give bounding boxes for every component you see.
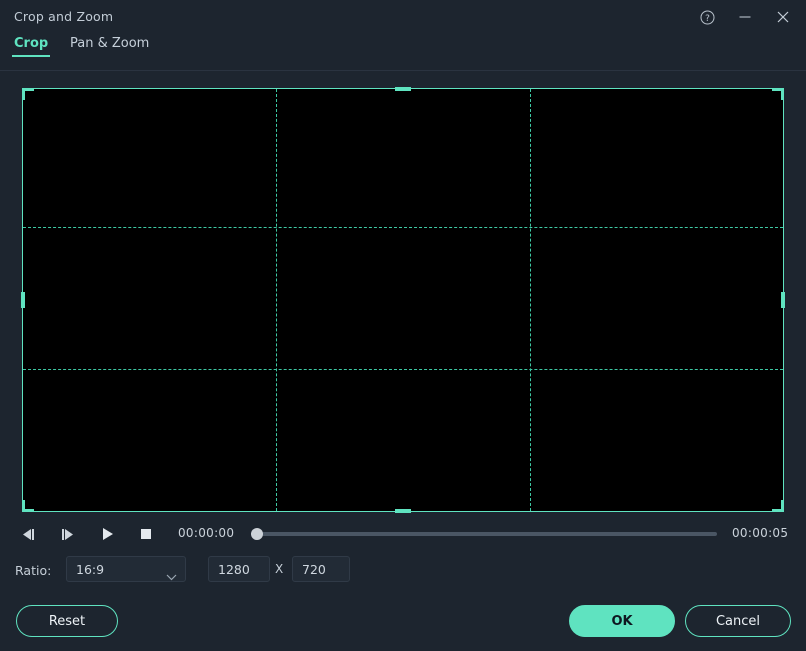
next-frame-button[interactable]: [56, 523, 80, 545]
minimize-button[interactable]: [728, 2, 762, 32]
tab-crop[interactable]: Crop: [12, 36, 51, 57]
crop-handle-middle-right[interactable]: [781, 292, 785, 308]
close-icon: [776, 10, 790, 24]
crop-handle-bottom-center[interactable]: [395, 509, 411, 513]
current-time-label: 00:00:00: [178, 526, 235, 540]
tab-pan-and-zoom-label: Pan & Zoom: [70, 36, 150, 51]
crop-width-value: 1280: [218, 562, 250, 577]
window-controls: ?: [690, 0, 800, 34]
playback-slider[interactable]: [251, 527, 717, 541]
preview-area: [0, 71, 806, 519]
svg-text:?: ?: [705, 14, 710, 24]
crop-handle-bottom-left[interactable]: [22, 500, 34, 512]
title-bar: Crop and Zoom ?: [0, 0, 806, 34]
crop-frame[interactable]: [21, 87, 785, 513]
slider-track: [251, 532, 717, 536]
play-icon: [100, 527, 114, 541]
crop-height-value: 720: [302, 562, 326, 577]
tab-active-underline: [12, 55, 51, 57]
crop-handle-middle-left[interactable]: [21, 292, 25, 308]
dimension-separator: X: [275, 562, 284, 576]
crop-handle-top-right[interactable]: [772, 88, 784, 100]
crop-and-zoom-dialog: Crop and Zoom ? Crop Pan & Zoom 00:00:00…: [0, 0, 806, 651]
crop-handle-bottom-right[interactable]: [772, 500, 784, 512]
grid-horizontal-2: [23, 369, 783, 370]
total-time-label: 00:00:05: [732, 526, 789, 540]
playback-controls: 00:00:00 00:00:05: [0, 519, 806, 549]
window-title: Crop and Zoom: [14, 9, 114, 24]
footer-bar: Reset OK Cancel: [0, 595, 806, 651]
ratio-label: Ratio:: [15, 563, 52, 578]
play-button[interactable]: [95, 523, 119, 545]
next-frame-icon: [60, 528, 76, 541]
grid-horizontal-1: [23, 227, 783, 228]
ratio-select-value: 16:9: [76, 562, 105, 577]
previous-frame-icon: [20, 528, 36, 541]
help-button[interactable]: ?: [690, 2, 724, 32]
slider-thumb[interactable]: [251, 528, 263, 540]
stop-icon: [140, 528, 152, 540]
crop-handle-top-left[interactable]: [22, 88, 34, 100]
minimize-icon: [738, 10, 752, 24]
previous-frame-button[interactable]: [16, 523, 40, 545]
ratio-bar: Ratio: 16:9 1280 X 720: [0, 556, 806, 586]
crop-width-input[interactable]: 1280: [208, 556, 270, 582]
ok-button[interactable]: OK: [569, 605, 675, 637]
crop-handle-top-center[interactable]: [395, 87, 411, 91]
grid-vertical-1: [276, 89, 277, 511]
tab-pan-and-zoom[interactable]: Pan & Zoom: [68, 36, 151, 57]
tab-bar: Crop Pan & Zoom: [0, 36, 806, 70]
tab-crop-label: Crop: [14, 36, 49, 51]
help-icon: ?: [700, 10, 715, 25]
close-button[interactable]: [766, 2, 800, 32]
grid-vertical-2: [530, 89, 531, 511]
stop-button[interactable]: [134, 523, 158, 545]
chevron-down-icon: [166, 566, 177, 585]
ratio-select[interactable]: 16:9: [66, 556, 186, 582]
cancel-button[interactable]: Cancel: [685, 605, 791, 637]
crop-height-input[interactable]: 720: [292, 556, 350, 582]
reset-button[interactable]: Reset: [16, 605, 118, 637]
